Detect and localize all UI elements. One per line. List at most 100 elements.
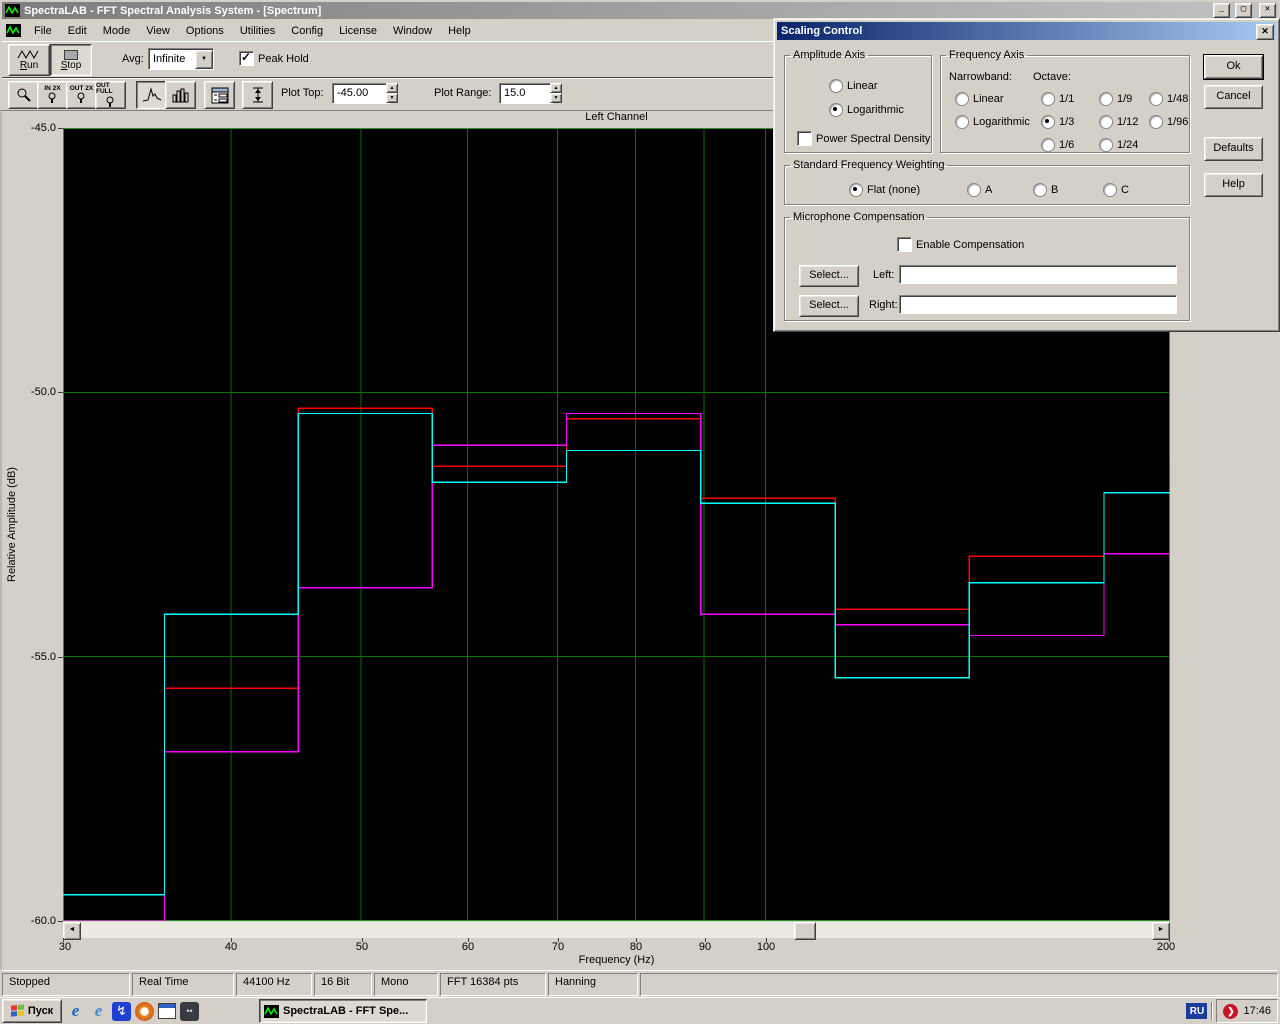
title-bar: SpectraLAB - FFT Spectral Analysis Syste…	[2, 2, 1278, 19]
mic-compensation-group: Microphone Compensation Enable Compensat…	[784, 211, 1190, 321]
amplitude-scale-button[interactable]	[242, 81, 273, 109]
plot-h-scrollbar[interactable]: ◄ ►	[63, 922, 1170, 940]
quick-launch-ie2-icon[interactable]: e	[89, 1001, 108, 1021]
y-tick-55: -55.0	[30, 651, 56, 663]
weighting-a-radio[interactable]: A	[967, 183, 992, 197]
plot-range-input[interactable]: 15.0	[499, 83, 553, 104]
octave-1-12-radio[interactable]: 1/12	[1099, 115, 1138, 129]
dialog-title-bar[interactable]: Scaling Control ✕	[777, 22, 1276, 40]
power-spectral-density-checkbox[interactable]: Power Spectral Density	[797, 131, 930, 146]
weighting-b-radio[interactable]: B	[1033, 183, 1058, 197]
plot-range-spinner[interactable]: ▲ ▼	[550, 83, 562, 103]
left-label: Left:	[873, 269, 895, 281]
menu-window[interactable]: Window	[386, 23, 439, 39]
enable-compensation-checkbox[interactable]: Enable Compensation	[897, 237, 1024, 252]
status-channels: Mono	[374, 973, 438, 996]
octave-1-48-radio[interactable]: 1/48	[1149, 92, 1188, 106]
avg-combo-dropdown-icon[interactable]: ▼	[195, 49, 213, 69]
weighting-c-radio[interactable]: C	[1103, 183, 1129, 197]
avg-combo-value: Infinite	[153, 53, 186, 65]
language-indicator[interactable]: RU	[1186, 1003, 1208, 1019]
dialog-title: Scaling Control	[781, 25, 863, 37]
narrowband-linear-radio[interactable]: Linear	[955, 92, 1004, 106]
close-button-icon[interactable]: ✕	[1259, 3, 1276, 18]
menu-view[interactable]: View	[139, 23, 177, 39]
zoom-in-2x-button[interactable]: IN 2X	[37, 81, 68, 109]
display-options-button[interactable]	[204, 81, 235, 109]
octave-1-3-radio[interactable]: 1/3	[1041, 115, 1074, 129]
menu-license[interactable]: License	[332, 23, 384, 39]
taskbar: Пуск e e ↯ •• SpectraLAB - FFT Spe... RU…	[0, 997, 1280, 1024]
menu-help[interactable]: Help	[441, 23, 478, 39]
maximize-button-icon[interactable]: ▢	[1235, 3, 1252, 18]
octave-label: Octave:	[1033, 71, 1071, 83]
app-icon	[5, 4, 20, 17]
avg-label: Avg:	[122, 53, 144, 65]
zoom-tool-button[interactable]	[8, 81, 39, 109]
vertical-range-icon	[252, 87, 263, 103]
octave-1-1-radio[interactable]: 1/1	[1041, 92, 1074, 106]
quick-launch-player-icon[interactable]	[135, 1001, 154, 1021]
select-left-button[interactable]: Select...	[799, 265, 859, 287]
stop-button[interactable]: Stop	[50, 44, 92, 76]
weighting-flat-radio[interactable]: Flat (none)	[849, 183, 920, 197]
menu-utilities[interactable]: Utilities	[233, 23, 282, 39]
scrollbar-thumb[interactable]	[794, 922, 816, 940]
magnifier-icon	[17, 88, 31, 102]
right-file-input[interactable]	[899, 295, 1177, 314]
cancel-button[interactable]: Cancel	[1204, 85, 1263, 109]
status-mode: Real Time	[132, 973, 234, 996]
zoom-out-full-button[interactable]: OUT FULL	[95, 81, 126, 109]
task-app-icon	[264, 1004, 279, 1018]
plot-top-spinner[interactable]: ▲ ▼	[386, 83, 398, 103]
menu-mode[interactable]: Mode	[96, 23, 138, 39]
desktop: SpectraLAB - FFT Spectral Analysis Syste…	[0, 0, 1280, 1024]
peak-hold-label: Peak Hold	[258, 53, 309, 65]
spectrum-curve-icon	[142, 87, 161, 102]
quick-launch-ie-icon[interactable]: e	[66, 1001, 85, 1021]
octave-1-96-radio[interactable]: 1/96	[1149, 115, 1188, 129]
y-tick-45: -45.0	[30, 122, 56, 134]
left-file-input[interactable]	[899, 265, 1177, 284]
zoom-out-2x-button[interactable]: OUT 2X	[66, 81, 97, 109]
defaults-button[interactable]: Defaults	[1204, 137, 1263, 161]
avg-combo[interactable]: Infinite ▼	[148, 48, 214, 70]
start-button[interactable]: Пуск	[2, 999, 62, 1023]
spectrum-view-button[interactable]	[136, 81, 167, 109]
spectrum-window-icon[interactable]	[6, 24, 21, 37]
quick-launch-flashget-icon[interactable]: ↯	[112, 1001, 131, 1021]
select-right-button[interactable]: Select...	[799, 295, 859, 317]
right-label: Right:	[869, 299, 898, 311]
octave-1-24-radio[interactable]: 1/24	[1099, 138, 1138, 152]
ok-button[interactable]: Ok	[1203, 54, 1264, 80]
octave-1-9-radio[interactable]: 1/9	[1099, 92, 1132, 106]
amplitude-linear-radio[interactable]: Linear	[829, 79, 878, 93]
peak-hold-checkbox[interactable]	[239, 50, 254, 66]
scroll-right-arrow-icon[interactable]: ►	[1152, 922, 1170, 940]
plot-top-spin-down-icon: ▼	[386, 93, 398, 103]
x-tick-200: 200	[1156, 941, 1176, 953]
menu-config[interactable]: Config	[284, 23, 330, 39]
menu-options[interactable]: Options	[179, 23, 231, 39]
quick-launch-app-icon[interactable]: ••	[180, 1001, 199, 1021]
octave-1-6-radio[interactable]: 1/6	[1041, 138, 1074, 152]
octave-bars-button[interactable]	[165, 81, 196, 109]
task-button-spectralab[interactable]: SpectraLAB - FFT Spe...	[259, 999, 427, 1023]
quick-launch-desktop-icon[interactable]	[158, 1003, 176, 1019]
status-bit-depth: 16 Bit	[314, 973, 372, 996]
run-button[interactable]: Run	[8, 44, 50, 76]
status-run-state: Stopped	[2, 973, 130, 996]
x-tick-70: 70	[551, 941, 565, 953]
amplitude-logarithmic-radio[interactable]: Logarithmic	[829, 103, 904, 117]
plot-top-input[interactable]: -45.00	[332, 83, 390, 104]
minimize-button-icon[interactable]: _	[1213, 3, 1230, 18]
help-button[interactable]: Help	[1204, 173, 1263, 197]
menu-file[interactable]: File	[27, 23, 59, 39]
scroll-left-arrow-icon[interactable]: ◄	[63, 922, 81, 940]
dialog-close-icon[interactable]: ✕	[1256, 24, 1274, 40]
menu-edit[interactable]: Edit	[61, 23, 94, 39]
narrowband-logarithmic-radio[interactable]: Logarithmic	[955, 115, 1030, 129]
x-tick-90: 90	[698, 941, 712, 953]
plot-range-spin-down-icon: ▼	[550, 93, 562, 103]
tray-app-icon[interactable]: ❯	[1223, 1003, 1239, 1019]
